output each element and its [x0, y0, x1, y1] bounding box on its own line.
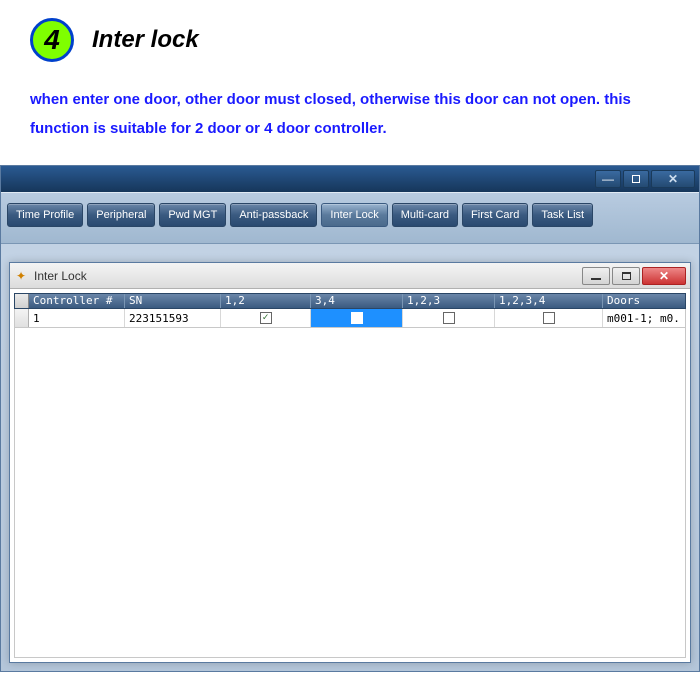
toolbar: Time ProfilePeripheralPwd MGTAnti-passba… — [1, 192, 699, 244]
child-close-button[interactable]: ✕ — [642, 267, 686, 285]
cell-123[interactable] — [403, 309, 495, 327]
checkbox-1234[interactable] — [543, 312, 555, 324]
cell-12[interactable]: ✓ — [221, 309, 311, 327]
checkbox-12[interactable]: ✓ — [260, 312, 272, 324]
column-12[interactable]: 1,2 — [221, 294, 311, 308]
checkbox-123[interactable] — [443, 312, 455, 324]
toolbar-pwd-mgt-button[interactable]: Pwd MGT — [159, 203, 226, 227]
main-minimize-button[interactable]: — — [595, 170, 621, 188]
step-number: 4 — [44, 24, 60, 56]
cell-sn[interactable]: 223151593 — [125, 309, 221, 327]
step-number-badge: 4 — [30, 18, 74, 62]
main-maximize-button[interactable] — [623, 170, 649, 188]
main-titlebar[interactable]: — ✕ — [1, 166, 699, 192]
row-selector[interactable] — [15, 309, 29, 327]
column-sn[interactable]: SN — [125, 294, 221, 308]
toolbar-first-card-button[interactable]: First Card — [462, 203, 528, 227]
column-123[interactable]: 1,2,3 — [403, 294, 495, 308]
step-header: 4 Inter lock — [30, 18, 680, 62]
column-doors[interactable]: Doors — [603, 294, 681, 308]
step-description: when enter one door, other door must clo… — [30, 86, 680, 143]
toolbar-task-list-button[interactable]: Task List — [532, 203, 593, 227]
row-selector-header[interactable] — [15, 294, 29, 308]
column-controller[interactable]: Controller # — [29, 294, 125, 308]
main-window: — ✕ Time ProfilePeripheralPwd MGTAnti-pa… — [0, 165, 700, 672]
cell-controller[interactable]: 1 — [29, 309, 125, 327]
toolbar-inter-lock-button[interactable]: Inter Lock — [321, 203, 387, 227]
column-1234[interactable]: 1,2,3,4 — [495, 294, 603, 308]
table-row[interactable]: 1 223151593 ✓ m001-1; m0... — [14, 309, 686, 328]
lightning-icon: ✦ — [14, 269, 28, 283]
toolbar-peripheral-button[interactable]: Peripheral — [87, 203, 155, 227]
checkbox-34[interactable] — [351, 312, 363, 324]
toolbar-multi-card-button[interactable]: Multi-card — [392, 203, 458, 227]
column-34[interactable]: 3,4 — [311, 294, 403, 308]
mdi-area: ✦ Inter Lock ✕ Controller # SN 1,2 3,4 1… — [1, 244, 699, 671]
cell-doors[interactable]: m001-1; m0... — [603, 309, 681, 327]
interlock-titlebar[interactable]: ✦ Inter Lock ✕ — [10, 263, 690, 289]
toolbar-anti-passback-button[interactable]: Anti-passback — [230, 203, 317, 227]
grid-header-row: Controller # SN 1,2 3,4 1,2,3 1,2,3,4 Do… — [14, 293, 686, 309]
main-close-button[interactable]: ✕ — [651, 170, 695, 188]
child-minimize-button[interactable] — [582, 267, 610, 285]
data-grid: Controller # SN 1,2 3,4 1,2,3 1,2,3,4 Do… — [10, 289, 690, 662]
toolbar-time-profile-button[interactable]: Time Profile — [7, 203, 83, 227]
cell-1234[interactable] — [495, 309, 603, 327]
grid-empty-area[interactable] — [14, 328, 686, 658]
interlock-window: ✦ Inter Lock ✕ Controller # SN 1,2 3,4 1… — [9, 262, 691, 663]
cell-34[interactable] — [311, 309, 403, 327]
interlock-window-title: Inter Lock — [34, 269, 576, 283]
step-title: Inter lock — [92, 26, 199, 54]
child-maximize-button[interactable] — [612, 267, 640, 285]
